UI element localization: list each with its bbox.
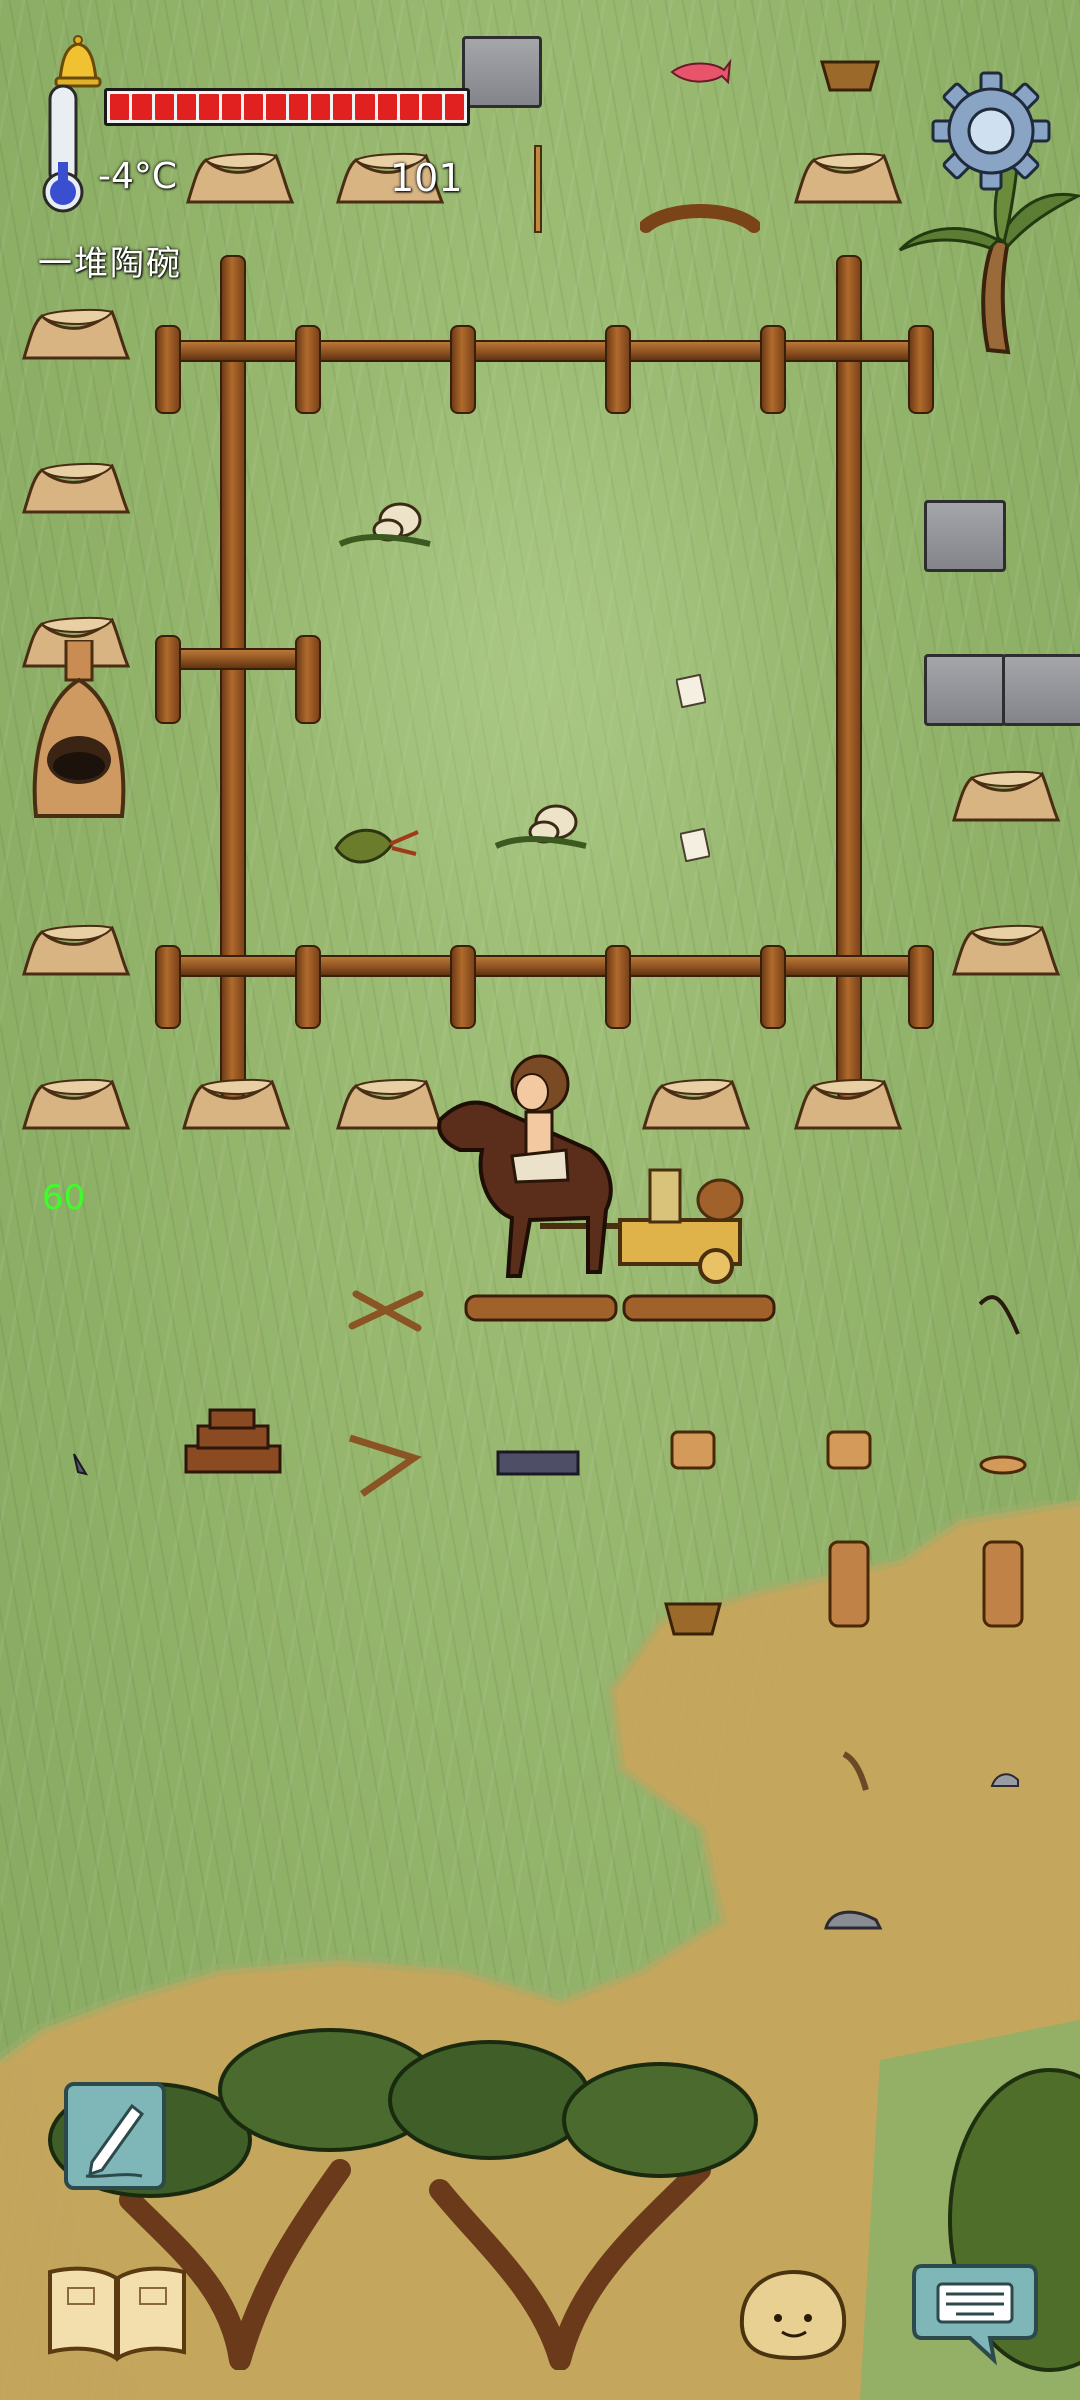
tree-stump[interactable]	[950, 770, 1062, 822]
fps-counter: 60	[42, 1178, 86, 1218]
roots-item[interactable]	[640, 186, 760, 236]
health-segment	[422, 94, 442, 120]
face-icon[interactable]	[734, 2266, 852, 2362]
rope-item[interactable]	[976, 1290, 1022, 1340]
player-on-horse-cart[interactable]	[420, 1040, 760, 1290]
tree-stump[interactable]	[184, 152, 296, 204]
health-segment	[110, 94, 130, 120]
tree-stump[interactable]	[20, 462, 132, 514]
gear-icon[interactable]	[930, 70, 1052, 192]
crossed-sticks[interactable]	[346, 1286, 426, 1336]
basket-item[interactable]	[662, 1596, 724, 1638]
thermometer-icon	[42, 84, 84, 213]
health-segment	[176, 94, 197, 120]
flint-stones[interactable]	[490, 1446, 586, 1480]
flint-chip[interactable]	[68, 1450, 90, 1478]
health-segment	[377, 94, 398, 120]
tree-stump[interactable]	[792, 1078, 904, 1130]
burdock-item[interactable]	[836, 1746, 876, 1796]
stick-item[interactable]	[530, 144, 546, 234]
tree-stump[interactable]	[180, 1078, 292, 1130]
fence-post	[605, 325, 631, 414]
health-segment	[243, 94, 264, 120]
fence-rail-top	[160, 340, 934, 362]
ground-item[interactable]	[486, 782, 596, 852]
clay-bowls-tall-stack[interactable]	[826, 1538, 872, 1630]
fence-post	[155, 945, 181, 1029]
health-segment	[400, 94, 420, 120]
health-segment	[221, 94, 241, 120]
stone-item[interactable]	[988, 1768, 1022, 1790]
fence-post	[450, 945, 476, 1029]
bow-drill[interactable]	[344, 1428, 424, 1500]
clay-bowls-stack[interactable]	[668, 1428, 718, 1472]
stone-item[interactable]	[820, 1902, 884, 1932]
fence-post	[908, 945, 934, 1029]
stone-block[interactable]	[462, 36, 542, 108]
fence-post	[295, 325, 321, 414]
health-segment	[355, 94, 375, 120]
fence-post	[760, 325, 786, 414]
fence-rail-gate	[160, 648, 314, 670]
fence-post	[760, 945, 786, 1029]
keyboard-icon[interactable]	[910, 2258, 1040, 2366]
health-segment	[132, 94, 152, 120]
stone-block[interactable]	[924, 500, 1006, 572]
temperature-label: -4°C	[98, 156, 178, 197]
food-counter: 101	[390, 156, 463, 200]
book-icon[interactable]	[44, 2262, 190, 2362]
pencil-icon[interactable]	[62, 2080, 168, 2192]
stone-block[interactable]	[1002, 654, 1080, 726]
tree-stump[interactable]	[950, 924, 1062, 976]
ground-item[interactable]	[330, 480, 440, 550]
health-segment	[310, 94, 331, 120]
health-segment	[444, 94, 464, 120]
health-segment	[266, 94, 286, 120]
adobe-kiln[interactable]	[24, 640, 134, 820]
paper-item[interactable]	[680, 828, 710, 862]
health-segment	[333, 94, 353, 120]
pink-fish-item[interactable]	[668, 58, 732, 86]
held-item-label: 一堆陶碗	[38, 244, 182, 284]
plant-item[interactable]	[330, 818, 420, 874]
fence-post	[155, 635, 181, 724]
health-segment	[154, 94, 174, 120]
paper-item[interactable]	[676, 674, 706, 708]
tree-stump[interactable]	[20, 308, 132, 360]
fence-post	[155, 325, 181, 414]
health-bar	[104, 88, 470, 126]
tree-stump[interactable]	[20, 924, 132, 976]
fence-post	[295, 635, 321, 724]
adobe-bricks[interactable]	[180, 1406, 286, 1478]
health-segment	[199, 94, 219, 120]
health-segment	[288, 94, 308, 120]
stone-block[interactable]	[924, 654, 1006, 726]
basket-item[interactable]	[818, 52, 882, 94]
clay-plate[interactable]	[978, 1454, 1028, 1476]
tree-stump[interactable]	[792, 152, 904, 204]
fence-rail-bottom	[160, 955, 934, 977]
clay-bowls-stack[interactable]	[824, 1428, 874, 1472]
tree-stump[interactable]	[20, 1078, 132, 1130]
clay-bowls-tall-stack[interactable]	[980, 1538, 1026, 1630]
firewood-logs[interactable]	[460, 1288, 780, 1330]
fence-post	[605, 945, 631, 1029]
fence-post	[450, 325, 476, 414]
fence-post	[295, 945, 321, 1029]
